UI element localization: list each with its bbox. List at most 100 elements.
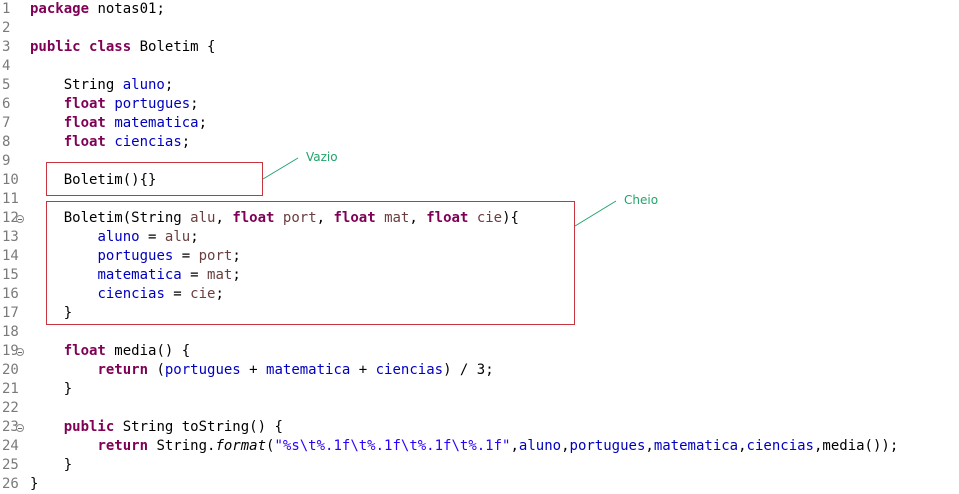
- code-line[interactable]: 16 ciencias = cie;: [0, 285, 959, 304]
- line-number: 5: [2, 77, 11, 93]
- code-token-plain: String: [30, 77, 123, 93]
- code-token-param: alu: [190, 210, 216, 226]
- code-token-plain: ,: [409, 210, 427, 226]
- code-token-keyword: float: [63, 96, 106, 112]
- code-token-field: ciencias: [97, 286, 165, 302]
- code-token-field: ciencias: [746, 438, 814, 454]
- line-gutter: 1: [0, 0, 26, 19]
- code-line[interactable]: 23 public String toString() {: [0, 418, 959, 437]
- line-gutter: 5: [0, 76, 26, 95]
- line-gutter: 17: [0, 304, 26, 323]
- code-token-keyword: float: [63, 115, 106, 131]
- code-token-keyword: package: [30, 1, 90, 17]
- line-gutter: 8: [0, 133, 26, 152]
- code-token-plain: ;: [164, 77, 174, 93]
- code-token-plain: +: [350, 362, 376, 378]
- code-token-plain: ) / 3;: [443, 362, 494, 378]
- code-line[interactable]: 13 aluno = alu;: [0, 228, 959, 247]
- line-number: 7: [2, 115, 11, 131]
- code-line[interactable]: 18: [0, 323, 959, 342]
- code-line[interactable]: 3 public class Boletim {: [0, 38, 959, 57]
- code-line[interactable]: 12 Boletim(String alu, float port, float…: [0, 209, 959, 228]
- line-gutter: 26: [0, 475, 26, 494]
- code-token-plain: ;: [232, 267, 241, 283]
- code-line[interactable]: 25 }: [0, 456, 959, 475]
- code-line[interactable]: 10 Boletim(){}: [0, 171, 959, 190]
- code-token-plain: }: [30, 457, 73, 473]
- code-line[interactable]: 22: [0, 399, 959, 418]
- code-line[interactable]: 21 }: [0, 380, 959, 399]
- code-token-plain: media() {: [105, 343, 191, 359]
- line-gutter: 2: [0, 19, 26, 38]
- line-number: 1: [2, 1, 11, 17]
- line-number: 8: [2, 134, 11, 150]
- code-line[interactable]: 7 float matematica;: [0, 114, 959, 133]
- code-line[interactable]: 11: [0, 190, 959, 209]
- line-number: 18: [2, 324, 19, 340]
- line-gutter: 23: [0, 418, 26, 437]
- code-token-plain: ){: [502, 210, 519, 226]
- code-text: float portugues;: [30, 95, 199, 114]
- code-token-plain: =: [139, 229, 165, 245]
- code-token-plain: Boletim {: [131, 39, 216, 55]
- code-token-field: portugues: [569, 438, 646, 454]
- fold-toggle-icon[interactable]: [16, 215, 24, 223]
- fold-toggle-icon[interactable]: [16, 424, 24, 432]
- code-line[interactable]: 20 return (portugues + matematica + cien…: [0, 361, 959, 380]
- code-token-plain: =: [173, 248, 199, 264]
- code-line[interactable]: 5 String aluno;: [0, 76, 959, 95]
- line-gutter: 15: [0, 266, 26, 285]
- line-gutter: 16: [0, 285, 26, 304]
- code-token-keyword: class: [89, 39, 132, 55]
- code-token-string: "%s\t%.1f\t%.1f\t%.1f\t%.1f": [274, 438, 511, 454]
- code-editor[interactable]: 1 package notas01; 2 3 public class Boletim …: [0, 0, 959, 494]
- line-number: 25: [2, 457, 19, 473]
- line-number: 22: [2, 400, 19, 416]
- code-text: aluno = alu;: [30, 228, 198, 247]
- code-text: public String toString() {: [30, 418, 283, 437]
- code-text: Boletim(){}: [30, 171, 157, 190]
- code-token-plain: ,: [510, 438, 519, 454]
- code-token-plain: Boletim(){}: [30, 172, 157, 188]
- line-number: 11: [2, 191, 19, 207]
- code-line[interactable]: 1 package notas01;: [0, 0, 959, 19]
- code-token-plain: ,: [645, 438, 654, 454]
- code-line[interactable]: 26}: [0, 475, 959, 494]
- code-token-keyword: return: [97, 438, 149, 454]
- code-line[interactable]: 24 return String.format("%s\t%.1f\t%.1f\…: [0, 437, 959, 456]
- code-line[interactable]: 9: [0, 152, 959, 171]
- code-token-plain: ,: [215, 210, 233, 226]
- code-token-plain: ,media());: [813, 438, 899, 454]
- code-line[interactable]: 4: [0, 57, 959, 76]
- code-line[interactable]: 6 float portugues;: [0, 95, 959, 114]
- line-number: 20: [2, 362, 19, 378]
- code-token-field: portugues: [164, 362, 241, 378]
- code-text: }: [30, 380, 72, 399]
- code-line[interactable]: 17 }: [0, 304, 959, 323]
- code-token-field: aluno: [97, 229, 140, 245]
- line-gutter: 24: [0, 437, 26, 456]
- code-line[interactable]: 15 matematica = mat;: [0, 266, 959, 285]
- code-line[interactable]: 14 portugues = port;: [0, 247, 959, 266]
- line-gutter: 3: [0, 38, 26, 57]
- code-line[interactable]: 2: [0, 19, 959, 38]
- code-text: }: [30, 304, 72, 323]
- code-token-keyword: float: [63, 343, 106, 359]
- fold-toggle-icon[interactable]: [16, 348, 24, 356]
- code-token-keyword: float: [333, 210, 376, 226]
- line-number: 17: [2, 305, 19, 321]
- code-text: package notas01;: [30, 0, 165, 19]
- code-line[interactable]: 19 float media() {: [0, 342, 959, 361]
- code-token-param: port: [282, 210, 317, 226]
- line-gutter: 21: [0, 380, 26, 399]
- line-gutter: 25: [0, 456, 26, 475]
- code-line[interactable]: 8 float ciencias;: [0, 133, 959, 152]
- code-token-param: mat: [207, 267, 233, 283]
